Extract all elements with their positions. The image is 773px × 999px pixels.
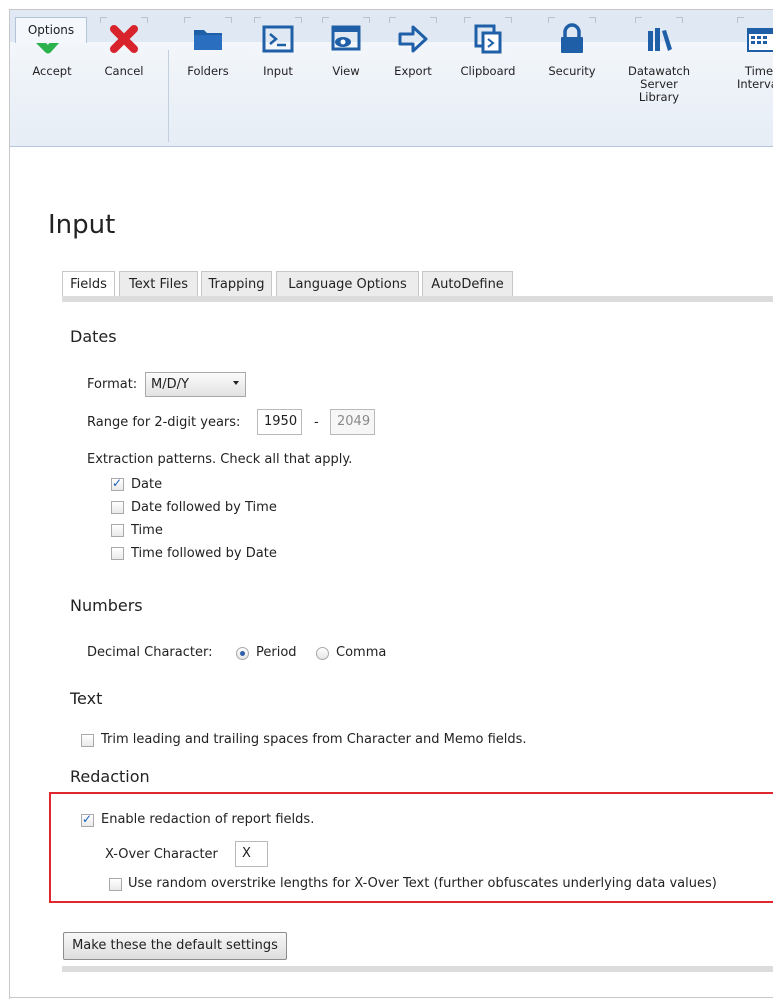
input-label: Input	[263, 64, 293, 78]
time-checkbox[interactable]	[111, 524, 124, 537]
random-overstrike-label: Use random overstrike lengths for X-Over…	[128, 876, 717, 891]
format-label: Format:	[87, 377, 138, 392]
tab-trapping[interactable]: Trapping	[201, 271, 272, 297]
tab-language-options[interactable]: Language Options	[276, 271, 419, 297]
datawatch-server-library-label: Datawatch Server Library	[627, 64, 691, 104]
format-dropdown[interactable]: M/D/Y	[145, 372, 246, 397]
cancel-button[interactable]: Cancel	[91, 8, 157, 98]
clipboard-button[interactable]: Clipboard	[455, 8, 521, 98]
comma-radio-label: Comma	[336, 645, 387, 660]
date-time-checkbox-label: Date followed by Time	[131, 500, 277, 515]
tab-fields[interactable]: Fields	[62, 271, 115, 298]
tab-autodefine[interactable]: AutoDefine	[422, 271, 513, 297]
period-radio-label: Period	[256, 645, 297, 660]
date-time-checkbox[interactable]	[111, 501, 124, 514]
bottom-divider	[62, 966, 773, 972]
tab-underline	[62, 296, 773, 302]
extraction-label: Extraction patterns. Check all that appl…	[87, 452, 353, 467]
ribbon-tab-options[interactable]: Options	[15, 17, 87, 43]
date-checkbox[interactable]	[111, 476, 124, 491]
text-heading: Text	[70, 689, 103, 708]
random-overstrike-checkbox[interactable]	[109, 878, 122, 891]
time-date-checkbox[interactable]	[111, 547, 124, 560]
range-end-input: 2049	[330, 409, 375, 435]
security-button[interactable]: Security	[539, 8, 605, 98]
x-icon	[100, 17, 148, 57]
redaction-heading: Redaction	[70, 767, 150, 786]
trim-checkbox[interactable]	[81, 734, 94, 747]
time-interval-label: Time Interval	[736, 64, 773, 91]
trim-checkbox-label: Trim leading and trailing spaces from Ch…	[101, 732, 527, 747]
library-icon	[635, 17, 683, 57]
export-button[interactable]: Export	[380, 8, 446, 98]
enable-redaction-label: Enable redaction of report fields.	[101, 812, 315, 827]
datawatch-server-library-button[interactable]: Datawatch Server Library	[619, 8, 699, 104]
numbers-heading: Numbers	[70, 596, 143, 615]
window-bottom-border	[9, 997, 773, 998]
decimal-label: Decimal Character:	[87, 645, 213, 660]
view-button[interactable]: View	[313, 8, 379, 98]
dates-heading: Dates	[70, 327, 117, 346]
time-checkbox-label: Time	[131, 523, 163, 538]
arrow-right-icon	[389, 17, 437, 57]
view-icon	[322, 17, 370, 57]
date-checkbox-label: Date	[131, 477, 163, 492]
time-interval-button[interactable]: Time Interval	[729, 8, 773, 98]
time-date-checkbox-label: Time followed by Date	[131, 546, 277, 561]
security-label: Security	[548, 64, 596, 78]
ribbon-separator	[168, 50, 169, 142]
page-title: Input	[48, 210, 116, 240]
folders-button[interactable]: Folders	[175, 8, 241, 98]
period-radio[interactable]	[236, 647, 249, 660]
enable-redaction-checkbox[interactable]	[81, 812, 94, 827]
range-label: Range for 2-digit years:	[87, 415, 241, 430]
folders-label: Folders	[187, 64, 229, 78]
comma-radio[interactable]	[316, 647, 329, 660]
view-label: View	[332, 64, 360, 78]
range-separator: -	[314, 415, 319, 430]
xover-input[interactable]: X	[235, 841, 268, 867]
make-default-button[interactable]: Make these the default settings	[63, 932, 287, 960]
xover-label: X-Over Character	[105, 847, 218, 862]
export-label: Export	[394, 64, 432, 78]
format-value: M/D/Y	[151, 377, 189, 392]
tab-text-files[interactable]: Text Files	[119, 271, 198, 297]
folder-icon	[184, 17, 232, 57]
range-start-input[interactable]: 1950	[257, 409, 302, 435]
cancel-label: Cancel	[104, 64, 144, 78]
clipboard-icon	[464, 17, 512, 57]
accept-label: Accept	[32, 64, 72, 78]
calendar-icon	[737, 17, 773, 57]
chevron-down-icon	[233, 381, 239, 385]
clipboard-label: Clipboard	[460, 64, 516, 78]
lock-icon	[548, 17, 596, 57]
input-button[interactable]: Input	[245, 8, 311, 98]
terminal-icon	[254, 17, 302, 57]
